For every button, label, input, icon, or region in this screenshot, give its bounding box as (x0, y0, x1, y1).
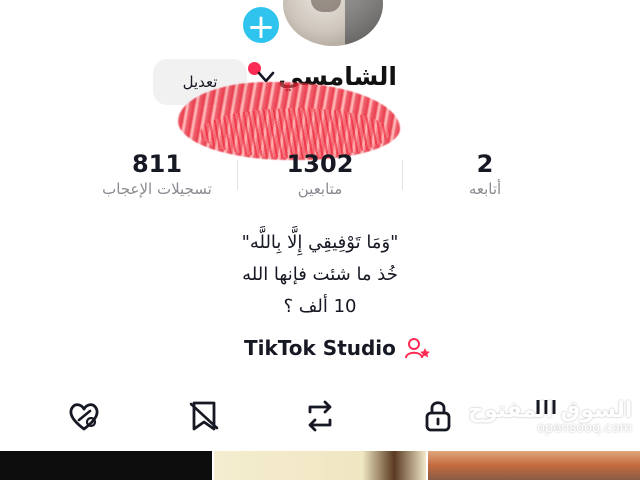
avatar-detail (345, 0, 383, 46)
creator-star-icon (404, 338, 430, 359)
repost-icon[interactable] (302, 398, 338, 434)
followers-label: متابعين (297, 180, 343, 198)
lock-icon[interactable] (420, 398, 456, 434)
watermark-url: opensooq.com (537, 421, 633, 436)
video-thumbnail[interactable] (214, 451, 426, 480)
avatar-image (283, 0, 383, 46)
stat-divider (402, 160, 403, 190)
likes-count: 811 (131, 150, 183, 178)
bio-line-3: 10 ألف ؟ (283, 296, 357, 317)
avatar[interactable] (283, 0, 383, 46)
opensooq-watermark: السوق المفتوح opensooq.com (468, 398, 632, 436)
following-label: أتابعه (468, 180, 502, 198)
stat-likes[interactable]: 811 تسجيلات الإعجاب (82, 150, 232, 198)
stat-followers[interactable]: 1302 متابعين (260, 150, 380, 198)
liked-heart-icon[interactable] (66, 398, 102, 434)
bio-line-1: "وَمَا تَوْفِيقِي إِلَّا بِاللَّه" (241, 232, 399, 253)
likes-label: تسجيلات الإعجاب (102, 180, 212, 198)
favorites-icon[interactable] (186, 398, 222, 434)
tiktok-studio-label: TikTok Studio (244, 336, 396, 360)
add-story-button[interactable]: + (240, 4, 282, 47)
avatar-detail (311, 0, 341, 12)
watermark-arabic: السوق المفتوح (468, 398, 633, 423)
stat-divider (237, 160, 238, 190)
bio-line-2: خُذ ما شئت فإنها الله (242, 264, 398, 285)
video-thumbnail[interactable] (0, 451, 212, 480)
tiktok-studio-link[interactable]: TikTok Studio (244, 336, 430, 360)
stat-following[interactable]: 2 أتابعه (440, 150, 530, 198)
following-count: 2 (476, 150, 494, 178)
followers-count: 1302 (286, 150, 354, 178)
edit-profile-label: تعديل (182, 73, 218, 91)
video-thumbnail[interactable] (428, 451, 640, 480)
